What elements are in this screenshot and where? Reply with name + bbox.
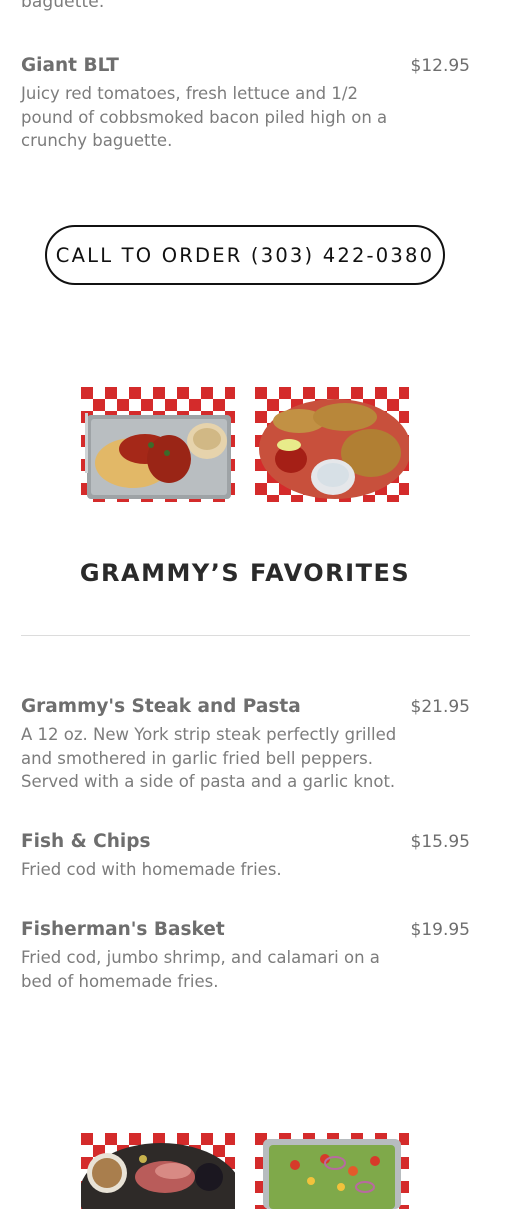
menu-item-description: Fried cod, jumbo shrimp, and calamari on… xyxy=(21,948,380,991)
call-to-order-button[interactable]: CALL TO ORDER (303) 422-0380 xyxy=(45,225,445,285)
menu-item-fishermans-basket: Fisherman's Basket $19.95 Fried cod, jum… xyxy=(21,919,470,993)
menu-item-description: Fried cod with homemade fries. xyxy=(21,860,282,879)
menu-item-price: $12.95 xyxy=(410,56,470,76)
menu-item-name: Grammy's Steak and Pasta xyxy=(21,696,301,717)
menu-item-name: Fish & Chips xyxy=(21,831,151,852)
section-divider xyxy=(21,635,470,636)
previous-item-description-fragment: baguette. xyxy=(21,0,105,12)
menu-item-description: Juicy red tomatoes, fresh lettuce and 1/… xyxy=(21,84,388,150)
menu-item-price: $21.95 xyxy=(410,697,470,717)
menu-item-name: Fisherman's Basket xyxy=(21,919,225,940)
chicken-parmesan-photo xyxy=(81,387,235,502)
salad-tray-photo xyxy=(255,1133,409,1209)
fried-basket-photo xyxy=(255,387,409,502)
section-title: GRAMMY’S FAVORITES xyxy=(79,559,411,587)
menu-item-price: $19.95 xyxy=(410,920,470,940)
menu-item-grammys-steak-and-pasta: Grammy's Steak and Pasta $21.95 A 12 oz.… xyxy=(21,696,470,794)
menu-item-fish-and-chips: Fish & Chips $15.95 Fried cod with homem… xyxy=(21,831,470,882)
platter-photo xyxy=(81,1133,235,1209)
menu-item-name: Giant BLT xyxy=(21,55,119,76)
menu-item-price: $15.95 xyxy=(410,832,470,852)
menu-item-description: A 12 oz. New York strip steak perfectly … xyxy=(21,725,397,791)
menu-item-giant-blt: Giant BLT $12.95 Juicy red tomatoes, fre… xyxy=(21,55,470,153)
